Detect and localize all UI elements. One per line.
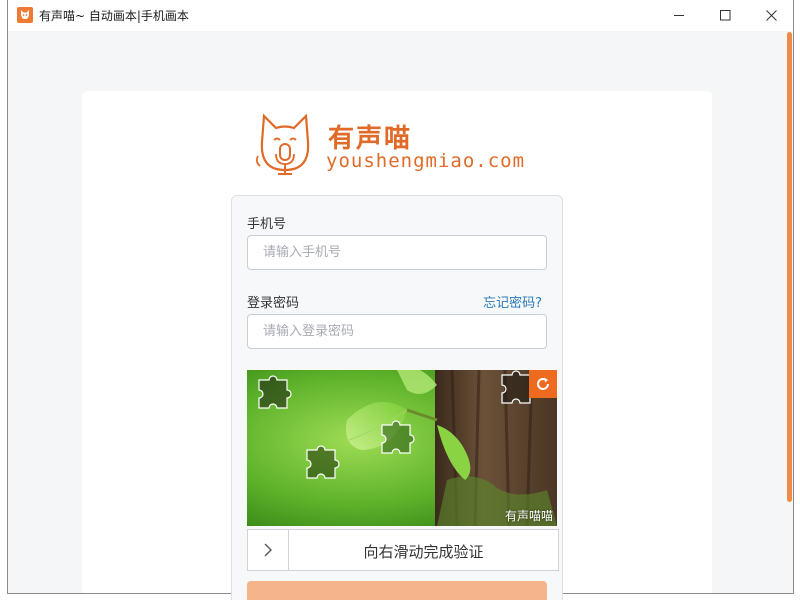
slider-instruction: 向右滑动完成验证 bbox=[363, 543, 484, 561]
captcha-watermark: 有声喵喵 bbox=[504, 509, 553, 523]
captcha-slider[interactable]: 向右滑动完成验证 bbox=[247, 529, 559, 571]
phone-input[interactable] bbox=[247, 235, 547, 270]
password-input[interactable] bbox=[247, 314, 547, 349]
brand-logo: 有声喵 youshengmiao.com bbox=[254, 112, 544, 178]
cat-mascot-icon bbox=[255, 113, 310, 175]
phone-label: 手机号 bbox=[247, 217, 287, 232]
window-title: 有声喵~ 自动画本|手机画本 bbox=[39, 9, 189, 23]
close-button[interactable] bbox=[748, 0, 793, 31]
close-icon bbox=[765, 10, 777, 21]
chevron-right-icon bbox=[264, 543, 272, 557]
scrollbar-thumb[interactable] bbox=[787, 32, 792, 502]
login-form: 手机号 登录密码 忘记密码? bbox=[231, 195, 563, 600]
captcha-refresh-button[interactable] bbox=[529, 370, 557, 398]
cat-app-icon bbox=[17, 7, 33, 23]
maximize-button[interactable] bbox=[702, 0, 748, 31]
captcha-scene bbox=[247, 370, 557, 526]
captcha-image: 有声喵喵 bbox=[247, 370, 557, 526]
password-label: 登录密码 bbox=[247, 296, 300, 311]
minimize-icon bbox=[673, 15, 684, 16]
login-button[interactable] bbox=[247, 581, 547, 600]
maximize-icon bbox=[719, 10, 730, 21]
forgot-password-link[interactable]: 忘记密码? bbox=[483, 292, 542, 311]
title-bar: 有声喵~ 自动画本|手机画本 bbox=[8, 0, 793, 31]
slider-handle[interactable] bbox=[248, 530, 289, 570]
minimize-button[interactable] bbox=[656, 0, 702, 31]
brand-domain: youshengmiao.com bbox=[326, 150, 526, 172]
refresh-icon bbox=[537, 377, 549, 390]
